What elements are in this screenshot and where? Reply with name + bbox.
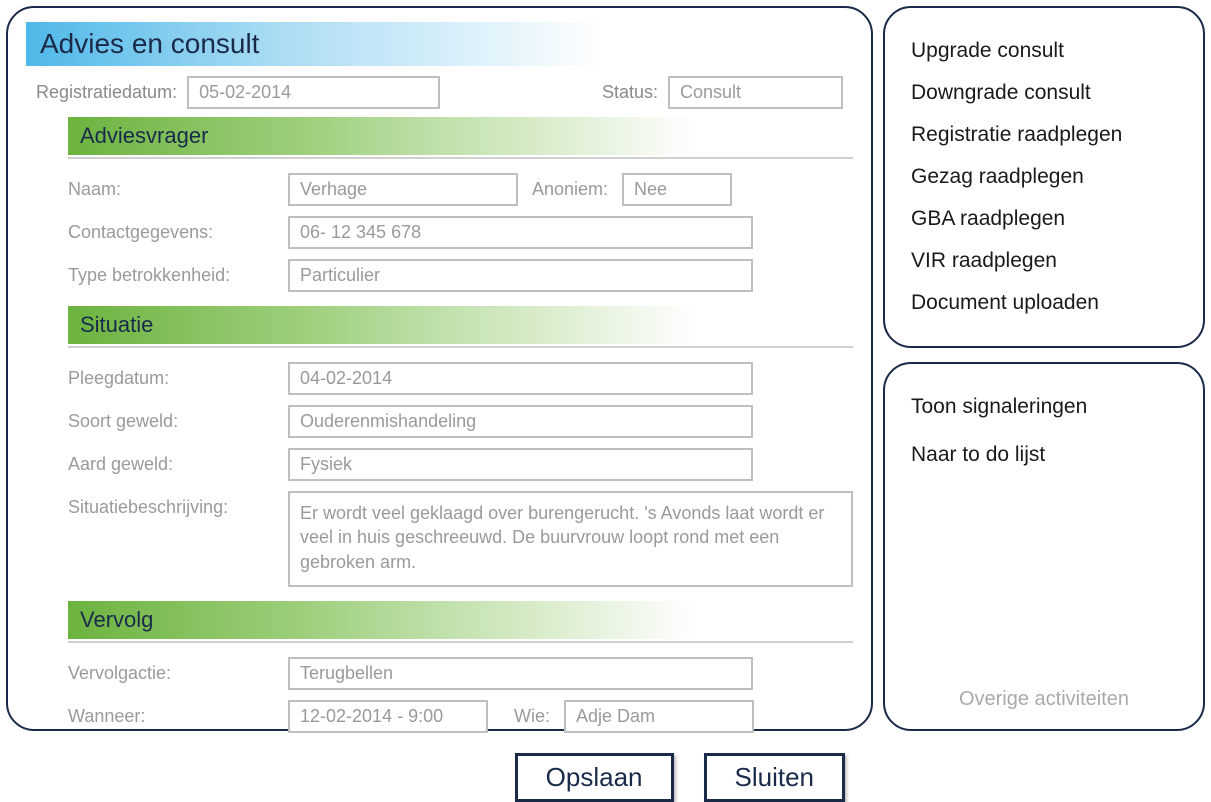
anoniem-label: Anoniem:: [532, 179, 608, 200]
status-label: Status:: [602, 82, 658, 103]
situatiebeschrijving-field[interactable]: Er wordt veel geklaagd over burengerucht…: [288, 491, 853, 587]
anoniem-field[interactable]: Nee: [622, 173, 732, 206]
section-adviesvrager: Adviesvrager Naam: Verhage Anoniem: Nee …: [68, 117, 853, 306]
wanneer-label: Wanneer:: [68, 700, 288, 727]
meta-row: Registratiedatum: 05-02-2014 Status: Con…: [26, 76, 853, 109]
action-downgrade-consult[interactable]: Downgrade consult: [911, 72, 1177, 114]
soort-geweld-field[interactable]: Ouderenmishandeling: [288, 405, 753, 438]
action-toon-signaleringen[interactable]: Toon signaleringen: [911, 386, 1177, 428]
wie-field[interactable]: Adje Dam: [564, 700, 754, 733]
action-upgrade-consult[interactable]: Upgrade consult: [911, 30, 1177, 72]
save-button[interactable]: Opslaan: [515, 753, 674, 802]
section-header-vervolg: Vervolg: [68, 601, 853, 639]
vervolgactie-field[interactable]: Terugbellen: [288, 657, 753, 690]
soort-geweld-label: Soort geweld:: [68, 405, 288, 432]
naam-label: Naam:: [68, 173, 288, 200]
button-row: Opslaan Sluiten: [26, 753, 853, 802]
pleegdatum-label: Pleegdatum:: [68, 362, 288, 389]
registration-date-label: Registratiedatum:: [36, 82, 177, 103]
action-registratie-raadplegen[interactable]: Registratie raadplegen: [911, 114, 1177, 156]
situatiebeschrijving-label: Situatiebeschrijving:: [68, 491, 288, 518]
type-betrokkenheid-field[interactable]: Particulier: [288, 259, 753, 292]
contact-label: Contactgegevens:: [68, 216, 288, 243]
wanneer-field[interactable]: 12-02-2014 - 9:00: [288, 700, 488, 733]
section-situatie: Situatie Pleegdatum: 04-02-2014 Soort ge…: [68, 306, 853, 601]
action-vir-raadplegen[interactable]: VIR raadplegen: [911, 240, 1177, 282]
vervolgactie-label: Vervolgactie:: [68, 657, 288, 684]
divider: [68, 641, 853, 643]
right-column: Upgrade consult Downgrade consult Regist…: [883, 6, 1205, 731]
page-title: Advies en consult: [40, 28, 839, 60]
action-document-uploaden[interactable]: Document uploaden: [911, 282, 1177, 324]
title-bar: Advies en consult: [26, 22, 853, 66]
actions-panel: Upgrade consult Downgrade consult Regist…: [883, 6, 1205, 348]
pleegdatum-field[interactable]: 04-02-2014: [288, 362, 753, 395]
overige-activiteiten-label: Overige activiteiten: [885, 688, 1203, 711]
naam-field[interactable]: Verhage: [288, 173, 518, 206]
close-button[interactable]: Sluiten: [704, 753, 846, 802]
aard-geweld-label: Aard geweld:: [68, 448, 288, 475]
wie-label: Wie:: [514, 706, 550, 727]
divider: [68, 157, 853, 159]
type-betrokkenheid-label: Type betrokkenheid:: [68, 259, 288, 286]
secondary-panel: Toon signaleringen Naar to do lijst Over…: [883, 362, 1205, 731]
main-panel: Advies en consult Registratiedatum: 05-0…: [6, 6, 873, 731]
status-field[interactable]: Consult: [668, 76, 843, 109]
action-naar-todo-lijst[interactable]: Naar to do lijst: [911, 434, 1177, 476]
section-vervolg: Vervolg Vervolgactie: Terugbellen Wannee…: [68, 601, 853, 747]
section-header-adviesvrager: Adviesvrager: [68, 117, 853, 155]
action-gba-raadplegen[interactable]: GBA raadplegen: [911, 198, 1177, 240]
registration-date-field[interactable]: 05-02-2014: [187, 76, 440, 109]
section-header-situatie: Situatie: [68, 306, 853, 344]
contact-field[interactable]: 06- 12 345 678: [288, 216, 753, 249]
action-gezag-raadplegen[interactable]: Gezag raadplegen: [911, 156, 1177, 198]
aard-geweld-field[interactable]: Fysiek: [288, 448, 753, 481]
divider: [68, 346, 853, 348]
